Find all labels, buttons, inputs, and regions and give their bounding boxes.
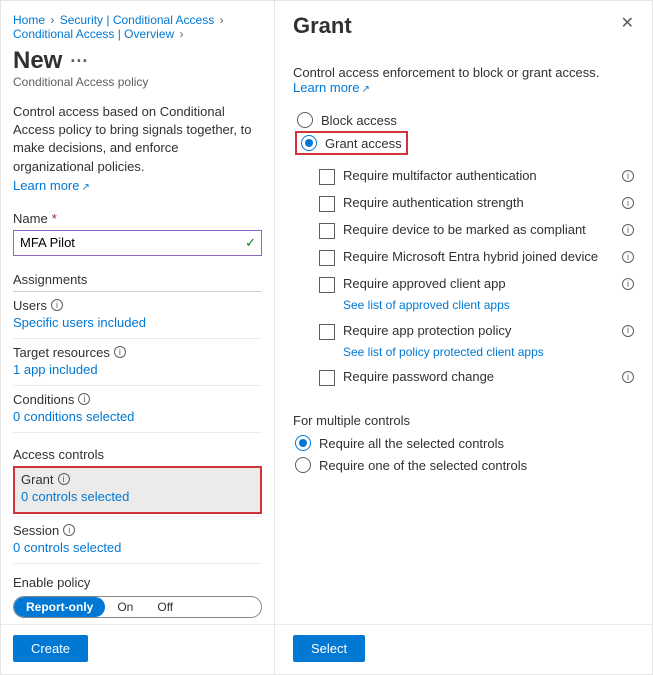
toggle-on[interactable]: On <box>105 597 145 617</box>
toggle-off[interactable]: Off <box>145 597 185 617</box>
chk-require-hybrid-joined[interactable]: Require Microsoft Entra hybrid joined de… <box>319 244 634 271</box>
enable-policy-label: Enable policy <box>13 575 262 590</box>
chevron-right-icon: › <box>180 27 184 41</box>
info-icon[interactable]: i <box>58 473 70 485</box>
conditions-link[interactable]: 0 conditions selected <box>13 407 134 430</box>
info-icon[interactable]: i <box>622 170 634 182</box>
external-link-icon: ↗ <box>81 182 89 193</box>
chk-require-password-change[interactable]: Require password change i <box>319 364 634 391</box>
target-resources-label: Target resources <box>13 345 110 360</box>
info-icon[interactable]: i <box>78 393 90 405</box>
page-subtitle: Conditional Access policy <box>13 75 262 89</box>
radio-grant-access[interactable]: Grant access <box>301 135 402 151</box>
info-icon[interactable]: i <box>622 197 634 209</box>
intro-text: Control access based on Conditional Acce… <box>13 103 262 176</box>
radio-icon <box>301 135 317 151</box>
learn-more-link[interactable]: Learn more↗ <box>13 178 262 193</box>
radio-block-access[interactable]: Block access <box>295 109 634 131</box>
radio-require-one-label: Require one of the selected controls <box>319 458 527 473</box>
protected-apps-link[interactable]: See list of policy protected client apps <box>343 345 634 361</box>
grant-label: Grant <box>21 472 54 487</box>
info-icon[interactable]: i <box>622 371 634 383</box>
grant-link[interactable]: 0 controls selected <box>21 487 129 510</box>
radio-require-all[interactable]: Require all the selected controls <box>293 432 634 454</box>
multiple-controls-label: For multiple controls <box>293 413 634 428</box>
breadcrumb-security[interactable]: Security | Conditional Access <box>60 13 215 27</box>
toggle-report-only[interactable]: Report-only <box>14 597 105 617</box>
conditions-label: Conditions <box>13 392 74 407</box>
chk-require-compliant-device[interactable]: Require device to be marked as compliant… <box>319 217 634 244</box>
chk-require-auth-strength[interactable]: Require authentication strength i <box>319 190 634 217</box>
external-link-icon: ↗ <box>361 84 369 95</box>
name-label: Name <box>13 211 48 226</box>
info-icon[interactable]: i <box>114 346 126 358</box>
info-icon[interactable]: i <box>622 325 634 337</box>
info-icon[interactable]: i <box>51 299 63 311</box>
checkbox-icon <box>319 223 335 239</box>
enable-policy-toggle[interactable]: Report-only On Off <box>13 596 262 618</box>
info-icon[interactable]: i <box>622 251 634 263</box>
more-actions-icon[interactable]: ··· <box>70 55 88 67</box>
radio-grant-highlighted: Grant access <box>295 131 408 155</box>
policy-name-input[interactable] <box>13 230 262 256</box>
chk-require-mfa[interactable]: Require multifactor authentication i <box>319 163 634 190</box>
grant-row-highlighted[interactable]: Granti 0 controls selected <box>13 466 262 514</box>
approved-apps-link[interactable]: See list of approved client apps <box>343 298 634 314</box>
required-indicator: * <box>52 211 57 226</box>
radio-icon <box>295 457 311 473</box>
info-icon[interactable]: i <box>622 278 634 290</box>
close-icon[interactable]: ✕ <box>621 13 634 33</box>
radio-icon <box>297 112 313 128</box>
checkbox-icon <box>319 196 335 212</box>
users-link[interactable]: Specific users included <box>13 313 146 336</box>
checkbox-icon <box>319 370 335 386</box>
checkbox-icon <box>319 324 335 340</box>
radio-require-all-label: Require all the selected controls <box>319 436 504 451</box>
chevron-right-icon: › <box>220 13 224 27</box>
create-button[interactable]: Create <box>13 635 88 662</box>
grant-learn-more-link[interactable]: Learn more↗ <box>293 80 370 95</box>
breadcrumb-overview[interactable]: Conditional Access | Overview <box>13 27 174 41</box>
chk-require-approved-app[interactable]: Require approved client app i <box>319 271 634 298</box>
radio-icon <box>295 435 311 451</box>
radio-require-one[interactable]: Require one of the selected controls <box>293 454 634 476</box>
grant-panel-intro: Control access enforcement to block or g… <box>293 65 634 95</box>
page-title: New <box>13 47 62 75</box>
breadcrumb: Home › Security | Conditional Access › C… <box>13 13 262 41</box>
breadcrumb-home[interactable]: Home <box>13 13 45 27</box>
chk-require-app-protection[interactable]: Require app protection policy i <box>319 318 634 345</box>
grant-panel-title: Grant <box>293 13 352 39</box>
target-resources-link[interactable]: 1 app included <box>13 360 98 383</box>
info-icon[interactable]: i <box>63 524 75 536</box>
radio-grant-label: Grant access <box>325 136 402 151</box>
assignments-section-header: Assignments <box>13 262 262 292</box>
chevron-right-icon: › <box>50 13 54 27</box>
users-label: Users <box>13 298 47 313</box>
select-button[interactable]: Select <box>293 635 365 662</box>
session-link[interactable]: 0 controls selected <box>13 538 121 561</box>
checkbox-icon <box>319 169 335 185</box>
session-label: Session <box>13 523 59 538</box>
checkbox-icon <box>319 250 335 266</box>
radio-block-label: Block access <box>321 113 397 128</box>
access-controls-section-header: Access controls <box>13 447 262 462</box>
info-icon[interactable]: i <box>622 224 634 236</box>
checkbox-icon <box>319 277 335 293</box>
